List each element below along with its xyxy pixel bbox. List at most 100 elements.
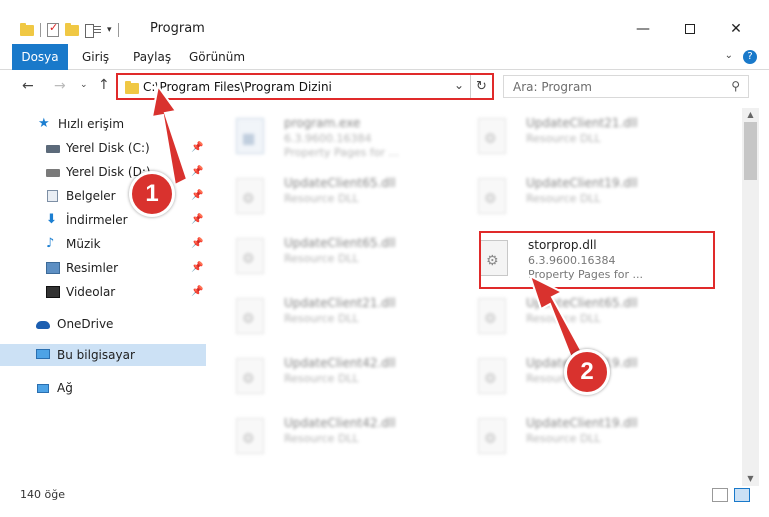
nav-downloads[interactable]: ⬇ İndirmeler 📌 bbox=[0, 209, 206, 231]
file-item[interactable]: UpdateClient65.dll Resource DLL bbox=[218, 170, 448, 228]
file-item[interactable]: UpdateClient19.dll Resource DLL bbox=[460, 170, 690, 228]
nav-this-pc[interactable]: Bu bilgisayar bbox=[0, 344, 206, 366]
disk-icon bbox=[46, 169, 60, 177]
file-description: Resource DLL bbox=[526, 132, 601, 145]
file-name: UpdateClient42.dll bbox=[284, 356, 396, 370]
file-name: UpdateClient19.dll bbox=[526, 416, 638, 430]
file-name: UpdateClient42.dll bbox=[284, 416, 396, 430]
videos-icon bbox=[46, 286, 60, 298]
large-icons-view-icon[interactable] bbox=[734, 488, 750, 502]
view-toggle bbox=[712, 488, 750, 502]
file-item[interactable]: UpdateClient65.dll Resource DLL bbox=[218, 230, 448, 288]
dll-file-icon bbox=[236, 298, 264, 334]
callout-1: 1 bbox=[129, 171, 175, 217]
nav-quick-access[interactable]: ★ Hızlı erişim bbox=[0, 113, 206, 135]
refresh-icon[interactable]: ↻ bbox=[470, 75, 492, 98]
exe-file-icon bbox=[236, 118, 264, 154]
vertical-scrollbar[interactable]: ▲ ▼ bbox=[742, 108, 759, 486]
star-icon: ★ bbox=[38, 116, 50, 131]
file-list: program.exe 6.3.9600.16384 Property Page… bbox=[214, 108, 741, 486]
window-title: Program bbox=[150, 21, 205, 36]
search-icon[interactable]: ⚲ bbox=[731, 79, 740, 93]
dll-file-icon bbox=[236, 238, 264, 274]
new-folder-icon[interactable] bbox=[65, 22, 79, 36]
dll-file-icon bbox=[478, 358, 506, 394]
nav-label: Müzik bbox=[66, 237, 101, 251]
pin-icon: 📌 bbox=[191, 238, 204, 249]
nav-disk-c[interactable]: Yerel Disk (C:) 📌 bbox=[0, 137, 206, 159]
address-bar[interactable]: C:\Program Files\Program Dizini ⌄ ↻ bbox=[116, 73, 494, 100]
file-description: 6.3.9600.16384 bbox=[284, 132, 372, 145]
file-description: Resource DLL bbox=[284, 192, 359, 205]
quick-access-toolbar: ▾ bbox=[20, 20, 119, 40]
file-name: UpdateClient19.dll bbox=[526, 176, 638, 190]
ribbon-tabs: Dosya Giriş Paylaş Görünüm ⌄ ? bbox=[0, 44, 769, 70]
dll-file-icon bbox=[478, 298, 506, 334]
nav-videos[interactable]: Videolar 📌 bbox=[0, 281, 206, 303]
recent-locations-icon[interactable]: ⌄ bbox=[80, 80, 88, 90]
file-item[interactable]: program.exe 6.3.9600.16384 Property Page… bbox=[218, 110, 448, 168]
up-button[interactable]: ↑ bbox=[98, 77, 110, 93]
navigation-pane: ★ Hızlı erişim Yerel Disk (C:) 📌 Yerel D… bbox=[0, 108, 206, 486]
file-description: Resource DLL bbox=[526, 312, 601, 325]
nav-documents[interactable]: Belgeler 📌 bbox=[0, 185, 206, 207]
disk-icon bbox=[46, 145, 60, 153]
scroll-up-icon[interactable]: ▲ bbox=[742, 108, 759, 122]
nav-onedrive[interactable]: OneDrive bbox=[0, 313, 206, 335]
nav-label: Ağ bbox=[57, 381, 73, 395]
dll-file-icon bbox=[236, 358, 264, 394]
forward-button[interactable]: → bbox=[54, 78, 66, 94]
file-item[interactable]: UpdateClient65.dll Resource DLL bbox=[460, 290, 690, 348]
properties-icon[interactable] bbox=[85, 24, 101, 38]
nav-pictures[interactable]: Resimler 📌 bbox=[0, 257, 206, 279]
nav-disk-d[interactable]: Yerel Disk (D:) 📌 bbox=[0, 161, 206, 183]
file-item[interactable]: UpdateClient19.dll Resource DLL bbox=[460, 410, 690, 468]
music-icon: ♪ bbox=[46, 236, 55, 251]
pin-icon: 📌 bbox=[191, 142, 204, 153]
file-name: UpdateClient65.dll bbox=[526, 296, 638, 310]
maximize-button[interactable] bbox=[667, 16, 713, 42]
file-item[interactable]: UpdateClient21.dll Resource DLL bbox=[460, 110, 690, 168]
dll-file-icon bbox=[478, 178, 506, 214]
nav-label: Hızlı erişim bbox=[58, 117, 125, 131]
close-button[interactable]: ✕ bbox=[713, 16, 759, 42]
scroll-down-icon[interactable]: ▼ bbox=[742, 472, 759, 486]
file-description: Resource DLL bbox=[284, 252, 359, 265]
folder-icon bbox=[20, 22, 34, 36]
file-item[interactable]: UpdateClient42.dll Resource DLL bbox=[218, 350, 448, 408]
nav-label: Yerel Disk (C:) bbox=[66, 141, 150, 155]
search-placeholder: Ara: Program bbox=[513, 80, 592, 94]
onedrive-icon bbox=[36, 321, 50, 329]
file-item[interactable]: UpdateClient21.dll Resource DLL bbox=[218, 290, 448, 348]
tab-share[interactable]: Paylaş bbox=[133, 44, 171, 70]
dll-file-icon bbox=[236, 418, 264, 454]
nav-label: Belgeler bbox=[66, 189, 116, 203]
pin-icon: 📌 bbox=[191, 214, 204, 225]
tab-file[interactable]: Dosya bbox=[12, 44, 68, 70]
minimize-button[interactable]: — bbox=[620, 16, 666, 42]
help-icon[interactable]: ? bbox=[743, 50, 757, 64]
address-dropdown-icon[interactable]: ⌄ bbox=[454, 78, 464, 92]
nav-network[interactable]: Ağ bbox=[0, 377, 206, 399]
file-item[interactable]: UpdateClient42.dll Resource DLL bbox=[218, 410, 448, 468]
tab-view[interactable]: Görünüm bbox=[189, 44, 245, 70]
search-box[interactable]: Ara: Program ⚲ bbox=[503, 75, 749, 98]
back-button[interactable]: ← bbox=[22, 78, 34, 94]
nav-label: OneDrive bbox=[57, 317, 114, 331]
nav-label: Bu bilgisayar bbox=[57, 348, 135, 362]
details-view-icon[interactable] bbox=[712, 488, 728, 502]
callout-2: 2 bbox=[564, 349, 610, 395]
file-name: UpdateClient21.dll bbox=[526, 116, 638, 130]
file-name: UpdateClient21.dll bbox=[284, 296, 396, 310]
dll-file-icon bbox=[236, 178, 264, 214]
properties-check-icon[interactable] bbox=[47, 21, 59, 37]
customize-toolbar-icon[interactable]: ▾ bbox=[107, 25, 112, 35]
scroll-thumb[interactable] bbox=[744, 122, 757, 180]
file-description: Resource DLL bbox=[526, 192, 601, 205]
ribbon-controls: ⌄ ? bbox=[725, 50, 757, 64]
nav-music[interactable]: ♪ Müzik 📌 bbox=[0, 233, 206, 255]
address-path[interactable]: C:\Program Files\Program Dizini bbox=[143, 80, 332, 94]
computer-icon bbox=[36, 349, 50, 359]
tab-home[interactable]: Giriş bbox=[82, 44, 109, 70]
expand-ribbon-icon[interactable]: ⌄ bbox=[725, 50, 733, 64]
